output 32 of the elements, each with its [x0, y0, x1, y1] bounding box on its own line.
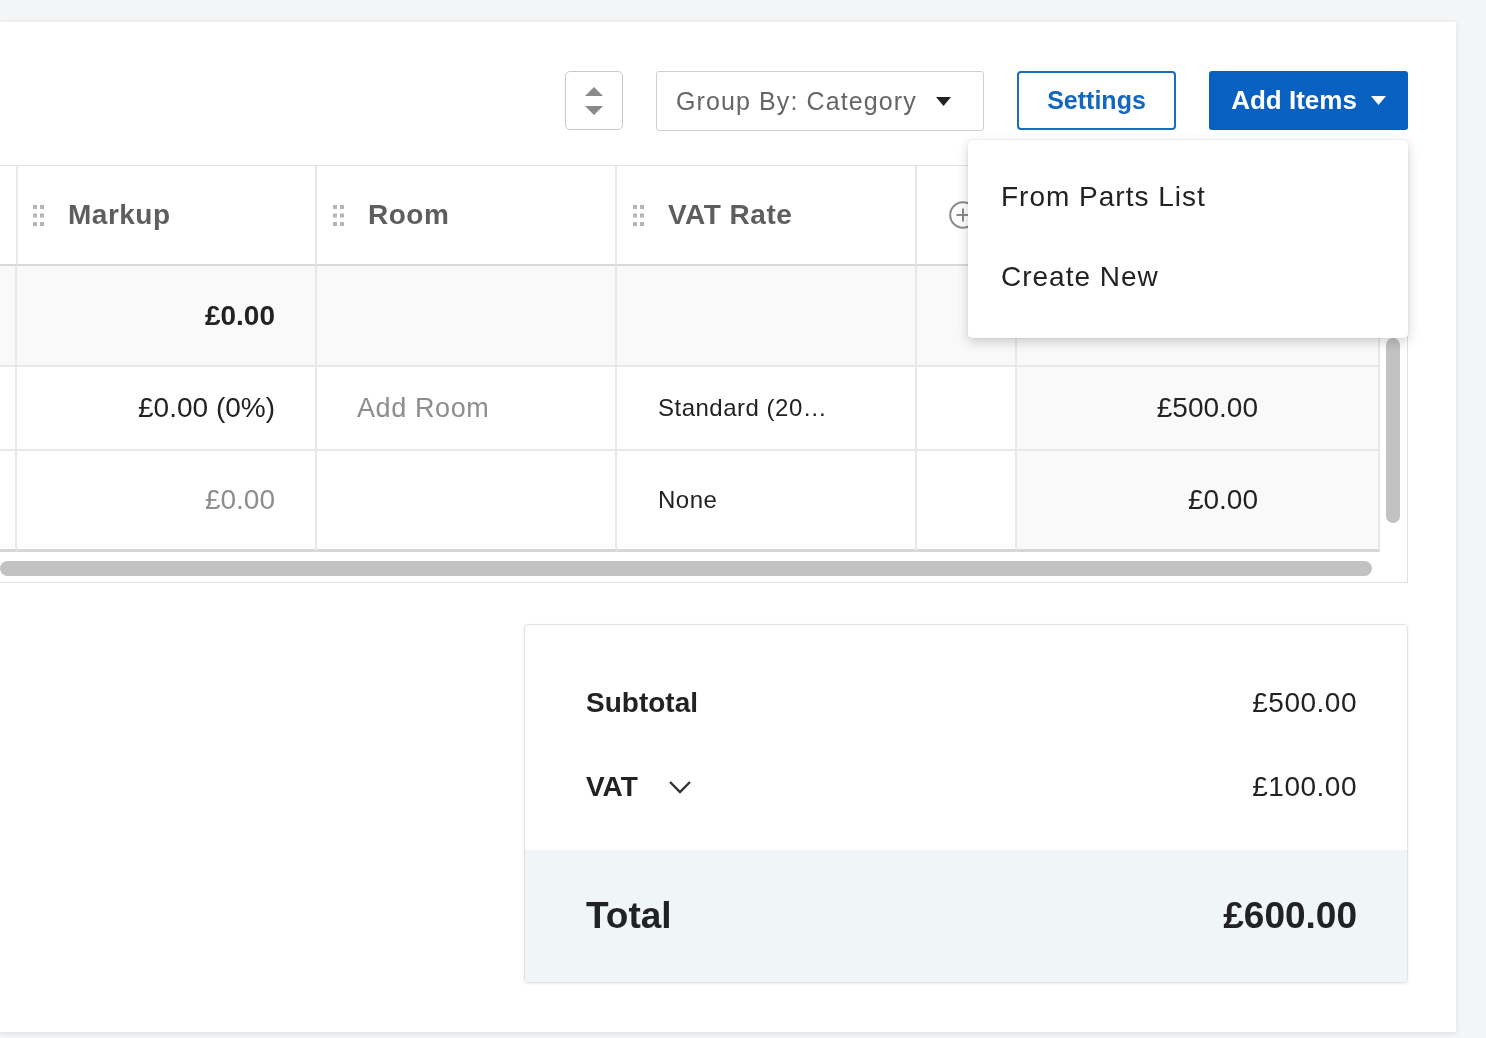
caret-icon: [1370, 96, 1386, 105]
horizontal-scrollbar[interactable]: [0, 561, 1372, 576]
vat-value: £100.00: [1252, 771, 1357, 803]
sort-icon: [585, 86, 603, 115]
drag-handle-icon[interactable]: [333, 204, 344, 226]
drag-handle-icon[interactable]: [633, 204, 644, 226]
table-cell: £0.00 (0%): [17, 367, 317, 451]
sort-button[interactable]: [565, 71, 623, 130]
menu-item[interactable]: Create New: [968, 237, 1408, 317]
table-cell: None: [617, 451, 917, 552]
subtotal-label: Subtotal: [586, 687, 698, 719]
table-cell: £500.00: [1017, 367, 1380, 451]
vat-label: VAT: [586, 771, 638, 803]
total-value: £600.00: [1223, 895, 1357, 937]
column-header: VAT Rate: [668, 199, 793, 231]
table-cell: Standard (20…: [617, 367, 917, 451]
menu-item[interactable]: From Parts List: [968, 157, 1408, 237]
caret-icon: [936, 96, 951, 106]
vertical-scrollbar[interactable]: [1386, 338, 1400, 523]
settings-button[interactable]: Settings: [1017, 71, 1176, 130]
add-items-button[interactable]: Add Items: [1209, 71, 1408, 130]
column-header: Markup: [68, 199, 171, 231]
group-by-dropdown[interactable]: Group By: Category: [656, 71, 984, 131]
table-cell: £0.00: [1017, 451, 1380, 552]
chevron-down-icon[interactable]: [668, 780, 691, 794]
room-input[interactable]: Add Room: [357, 392, 587, 424]
column-header: Room: [368, 199, 450, 231]
subtotal-value: £500.00: [1252, 687, 1357, 719]
table-cell: £0.00: [17, 266, 317, 367]
table-cell: £0.00: [17, 451, 317, 552]
total-label: Total: [586, 895, 672, 937]
drag-handle-icon[interactable]: [33, 204, 44, 226]
